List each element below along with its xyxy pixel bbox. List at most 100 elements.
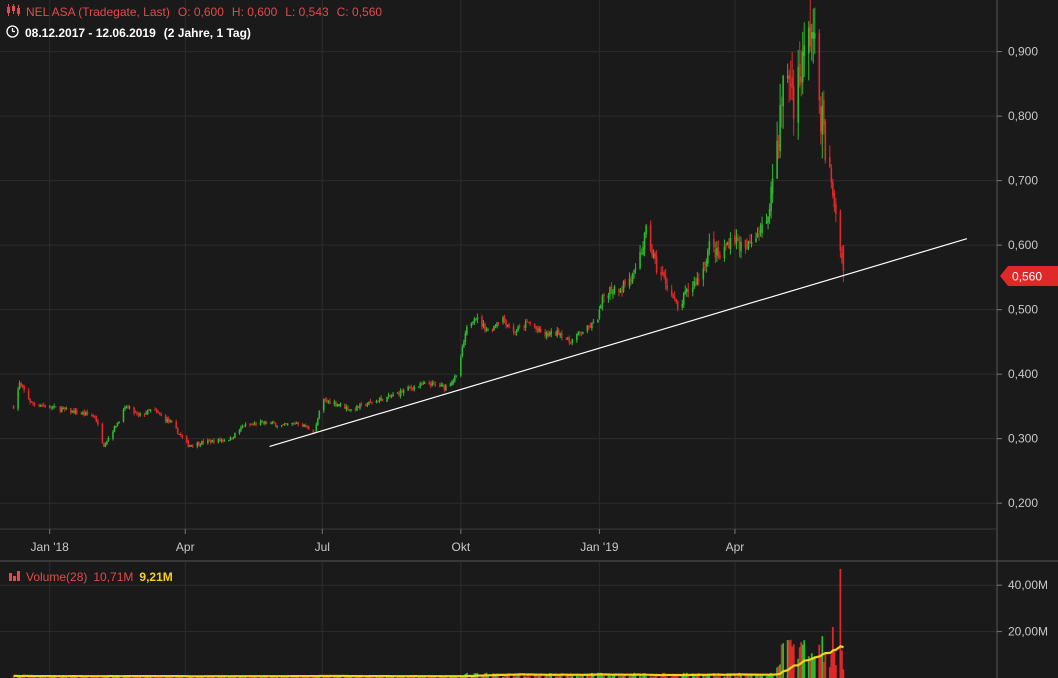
candle-body: [791, 76, 793, 89]
candle-body: [544, 331, 546, 336]
candle-body: [238, 430, 241, 434]
candle-body: [571, 338, 574, 343]
ohlc-close-label: C:: [336, 4, 349, 19]
candle-body: [282, 424, 284, 426]
ohlc-high-value: 0,600: [247, 4, 278, 19]
candle-body: [547, 332, 549, 336]
candle-body: [518, 326, 521, 328]
candle-body: [619, 290, 622, 292]
price-tick-label: 0,800: [1008, 109, 1038, 123]
candle-body: [134, 412, 137, 414]
candle-body: [624, 280, 626, 285]
candle-body: [729, 238, 732, 250]
candle-body: [441, 385, 444, 387]
candle-body: [72, 410, 75, 414]
candle-body: [535, 326, 537, 329]
candle-body: [661, 272, 664, 275]
candle-body: [103, 442, 105, 447]
candle-body: [261, 421, 263, 423]
candle-body: [252, 424, 254, 426]
candle-body: [42, 405, 45, 407]
bar-chart-icon: [8, 570, 21, 584]
candle-body: [684, 291, 687, 294]
candle-body: [80, 412, 83, 414]
candle-body: [112, 431, 114, 439]
candle-body: [295, 423, 298, 425]
candle-body: [481, 316, 483, 327]
candle-body: [803, 45, 806, 56]
candle-body: [408, 387, 411, 389]
candle-body: [819, 106, 822, 132]
candle-body: [823, 100, 825, 126]
candle-body: [143, 413, 146, 415]
candle-body: [642, 247, 644, 255]
date-range: 08.12.2017 - 12.06.2019: [25, 26, 156, 40]
candle-body: [149, 409, 152, 411]
candle-body: [369, 401, 372, 403]
candle-body: [18, 382, 21, 390]
candle-body: [413, 386, 415, 390]
candle-body: [771, 178, 774, 194]
volume-header: Volume(28) 10,71M 9,21M: [8, 570, 173, 584]
candle-body: [598, 309, 601, 319]
candle-body: [443, 385, 446, 390]
candle-body: [136, 413, 138, 415]
candle-body: [243, 425, 245, 427]
candle-body: [466, 326, 468, 335]
candle-body: [438, 385, 441, 387]
candle-body: [276, 425, 278, 427]
candle-body: [645, 225, 647, 235]
candle-body: [673, 296, 676, 299]
candle-body: [556, 330, 559, 336]
candle-body: [512, 326, 515, 332]
candle-body: [86, 412, 89, 415]
volume-bar: [824, 652, 827, 678]
candle-body: [240, 427, 242, 431]
candle-body: [366, 404, 369, 406]
candle-body: [449, 384, 452, 386]
candle-body: [765, 221, 768, 224]
candle-body: [360, 403, 363, 405]
date-range-header[interactable]: 08.12.2017 - 12.06.2019 (2 Jahre, 1 Tag): [6, 25, 251, 41]
candle-body: [682, 293, 685, 305]
candle-body: [493, 325, 495, 331]
candle-body: [813, 33, 816, 39]
candle-body: [207, 440, 209, 443]
candle-body: [473, 318, 476, 323]
candle-body: [118, 421, 120, 424]
candle-body: [399, 390, 402, 396]
candle-body: [621, 289, 623, 291]
candle-body: [716, 248, 718, 256]
candle-body: [515, 331, 518, 333]
candle-body: [63, 407, 66, 410]
candle-body: [347, 407, 349, 410]
time-tick-label: Apr: [726, 540, 745, 554]
candle-body: [306, 426, 309, 428]
last-price-tag: 0,560: [1000, 266, 1058, 286]
candle-body: [401, 391, 403, 393]
candle-body: [702, 268, 705, 280]
candle-body: [104, 444, 107, 447]
candle-body: [139, 413, 141, 416]
candle-body: [755, 237, 757, 242]
volume-bar: [803, 640, 806, 678]
candle-body: [524, 322, 527, 329]
candle-body: [48, 405, 51, 407]
candle-body: [92, 415, 95, 417]
candle-body: [654, 252, 656, 259]
candle-body: [264, 421, 266, 424]
candle-body: [810, 32, 813, 39]
candle-body: [197, 441, 200, 446]
candle-body: [676, 301, 679, 309]
candle-body: [526, 321, 528, 323]
candle-body: [786, 75, 789, 78]
candle-body: [539, 328, 542, 333]
time-tick-label: Jan '19: [580, 540, 619, 554]
candle-body: [71, 410, 74, 413]
candle-body: [30, 401, 33, 403]
candle-body: [50, 406, 53, 408]
candle-body: [723, 247, 726, 258]
candle-body: [250, 424, 253, 426]
candle-body: [797, 67, 800, 123]
candle-body: [740, 242, 742, 252]
